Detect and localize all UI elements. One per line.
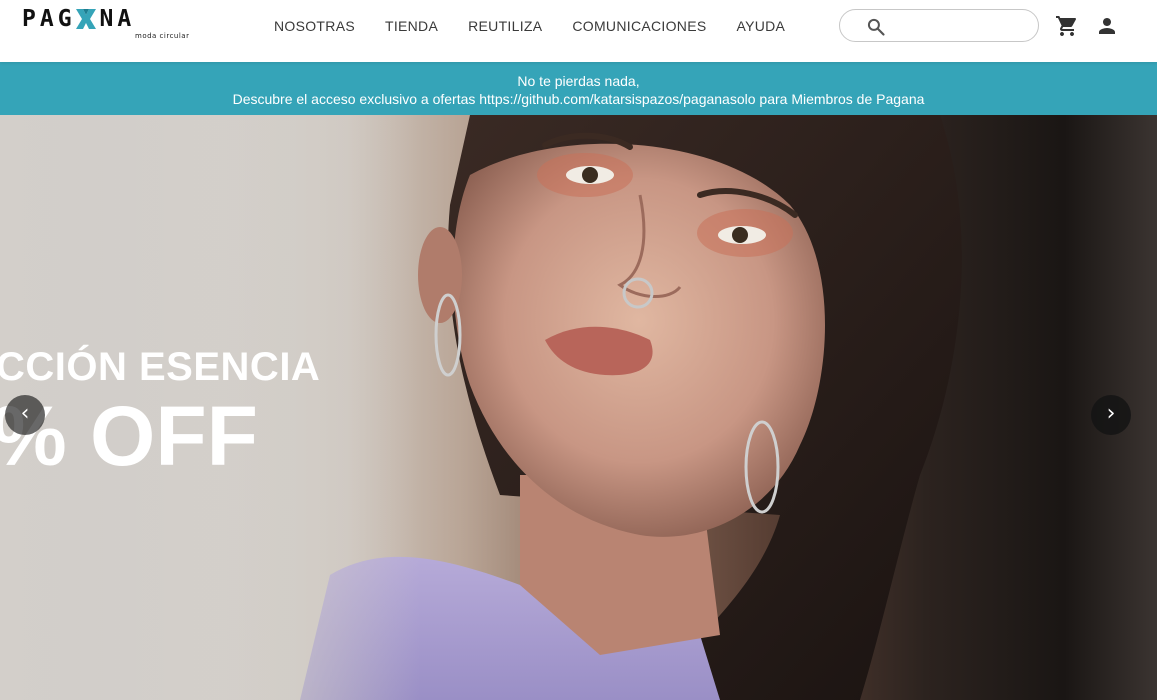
brand-logo[interactable]: PAG NA moda circular (22, 6, 192, 46)
nav-item-reutiliza[interactable]: REUTILIZA (468, 14, 542, 38)
logo-text-right: NA (99, 6, 136, 32)
search-icon[interactable] (866, 17, 886, 37)
logo-cross-icon (75, 9, 96, 29)
promo-line-2[interactable]: Descubre el acceso exclusivo a ofertas h… (0, 90, 1157, 108)
search-box[interactable] (839, 9, 1039, 42)
main-nav: NOSOTRAS TIENDA REUTILIZA COMUNICACIONES… (262, 0, 815, 52)
nav-item-nosotras[interactable]: NOSOTRAS (274, 14, 355, 38)
logo-tagline: moda circular (135, 32, 190, 40)
carousel-next-button[interactable]: › (1091, 395, 1131, 435)
carousel-prev-button[interactable]: ‹ (5, 395, 45, 435)
chevron-right-icon: › (1106, 401, 1116, 426)
hero-title: CCIÓN ESENCIA (0, 345, 321, 389)
cart-icon[interactable] (1055, 14, 1079, 38)
promo-banner: No te pierdas nada, Descubre el acceso e… (0, 62, 1157, 115)
logo-wordmark: PAG NA (22, 6, 192, 32)
promo-line-1: No te pierdas nada, (517, 73, 640, 89)
nav-item-ayuda[interactable]: AYUDA (736, 14, 785, 38)
hero-carousel: CCIÓN ESENCIA % OFF ‹ › (0, 115, 1157, 700)
account-icon[interactable] (1095, 14, 1119, 38)
site-header: PAG NA moda circular NOSOTRAS TIENDA REU… (0, 0, 1157, 62)
chevron-left-icon: ‹ (20, 401, 30, 426)
search-input[interactable] (896, 14, 1028, 38)
nav-item-tienda[interactable]: TIENDA (385, 14, 438, 38)
logo-text-left: PAG (22, 6, 76, 32)
nav-item-comunicaciones[interactable]: COMUNICACIONES (572, 14, 706, 38)
